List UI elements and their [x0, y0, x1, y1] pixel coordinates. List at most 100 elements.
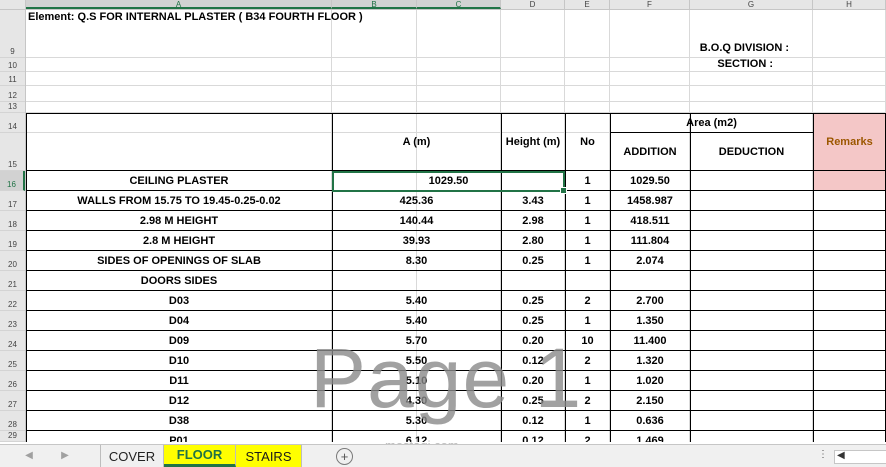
row-header[interactable]: 25 [0, 351, 25, 371]
row-header[interactable]: 19 [0, 231, 25, 251]
row-header[interactable]: 24 [0, 331, 25, 351]
table-border [813, 113, 814, 442]
row-header[interactable]: 18 [0, 211, 25, 231]
row-header[interactable]: 29 [0, 431, 25, 442]
table-border [610, 132, 813, 133]
addition-value: 111.804 [630, 235, 670, 247]
a-value: 425.36 [399, 195, 434, 207]
row-header[interactable]: 23 [0, 311, 25, 331]
header-remarks: Remarks [826, 136, 873, 148]
row-label: D11 [169, 375, 189, 387]
no-value: 10 [581, 335, 594, 347]
column-header-b[interactable]: B [332, 0, 417, 9]
height-value: 2.98 [522, 215, 544, 227]
addition-value: 1.350 [636, 315, 664, 327]
row-label: CEILING PLASTER [129, 175, 229, 187]
a-value [332, 271, 501, 291]
no-value: 2 [584, 395, 591, 407]
a-value: 5.40 [405, 315, 428, 327]
addition-value: 1.320 [636, 355, 664, 367]
row-label: 2.98 M HEIGHT [139, 215, 219, 227]
addition-value: 1029.50 [630, 175, 670, 187]
a-value: 140.44 [399, 215, 434, 227]
a-value: 5.50 [405, 355, 428, 367]
row-header[interactable]: 9 [0, 10, 25, 58]
select-all-corner[interactable] [0, 0, 26, 9]
scroll-left-icon[interactable]: ◀ [837, 450, 845, 461]
height-value: 3.43 [522, 195, 544, 207]
no-value: 2 [584, 355, 591, 367]
row-label: D38 [168, 415, 190, 427]
prev-sheet-icon[interactable]: ◀ [22, 450, 36, 461]
header-deduction: DEDUCTION [718, 146, 785, 158]
column-header-e[interactable]: E [565, 0, 610, 9]
row-header[interactable]: 16 [0, 171, 25, 191]
no-value [565, 271, 610, 291]
column-header-f[interactable]: F [610, 0, 690, 9]
no-value: 1 [584, 255, 591, 267]
no-value: 1 [584, 375, 591, 387]
active-cell-selection[interactable] [332, 171, 567, 194]
horizontal-scrollbar[interactable]: ◀ [834, 450, 886, 464]
height-value: 0.25 [522, 395, 544, 407]
row-header[interactable]: 27 [0, 391, 25, 411]
row-header[interactable]: 21 [0, 271, 25, 291]
header-no: No [580, 136, 595, 148]
height-value: 0.12 [522, 355, 544, 367]
row-label: WALLS FROM 15.75 TO 19.45-0.25-0.02 [77, 195, 281, 207]
no-value: 1 [584, 215, 591, 227]
row-header[interactable]: 10 [0, 58, 25, 72]
tab-cover[interactable]: COVER [100, 445, 164, 467]
row-label: D04 [168, 315, 190, 327]
addition-value: 1.469 [636, 435, 664, 442]
addition-value [610, 271, 690, 291]
row-label: D09 [168, 335, 190, 347]
no-value: 1 [584, 235, 591, 247]
next-sheet-icon[interactable]: ▶ [58, 450, 72, 461]
row-header[interactable]: 26 [0, 371, 25, 391]
height-value: 0.20 [522, 335, 544, 347]
row-header[interactable]: 12 [0, 86, 25, 102]
addition-value: 0.636 [636, 415, 664, 427]
no-value: 1 [584, 415, 591, 427]
a-value: 4.30 [405, 395, 428, 407]
addition-value: 418.511 [630, 215, 670, 227]
row-header[interactable]: 20 [0, 251, 25, 271]
table-border [26, 113, 886, 114]
a-value: 39.93 [402, 235, 431, 247]
column-header-c[interactable]: C [417, 0, 501, 9]
row-header[interactable]: 28 [0, 411, 25, 431]
header-height-m: Height (m) [505, 136, 561, 148]
column-header-a[interactable]: A [26, 0, 332, 9]
column-header-d[interactable]: D [501, 0, 565, 9]
header-a-m: A (m) [402, 136, 431, 148]
header-area-m2: Area (m2) [686, 117, 737, 129]
row-header-bar: 9 10 11 12 13 14 15 16 17 18 19 20 21 22… [0, 10, 26, 442]
column-header-bar: A B C D E F G H [0, 0, 886, 10]
spreadsheet-grid[interactable]: Element: Q.S FOR INTERNAL PLASTER ( B34 … [26, 10, 886, 442]
row-header[interactable]: 22 [0, 291, 25, 311]
height-value: 0.12 [522, 435, 544, 442]
tab-floor[interactable]: FLOOR [164, 445, 236, 467]
table-border [690, 113, 691, 442]
height-value: 0.12 [522, 415, 544, 427]
add-sheet-icon[interactable]: + [336, 448, 353, 465]
a-value: 5.70 [405, 335, 428, 347]
row-header[interactable]: 11 [0, 72, 25, 86]
row-label: D12 [168, 395, 190, 407]
sheet-tab-bar: ◀ ▶ COVER FLOOR STAIRS + ⋮ ◀ [0, 444, 886, 467]
element-title: Element: Q.S FOR INTERNAL PLASTER ( B34 … [28, 11, 363, 23]
row-header[interactable]: 15 [0, 133, 25, 171]
row-label: 2.8 M HEIGHT [142, 235, 216, 247]
section-label: SECTION : [717, 58, 773, 70]
tab-stairs[interactable]: STAIRS [236, 445, 302, 467]
height-value [501, 271, 565, 291]
column-header-g[interactable]: G [690, 0, 813, 9]
row-header[interactable]: 17 [0, 191, 25, 211]
addition-value: 2.150 [636, 395, 664, 407]
tab-options-icon[interactable]: ⋮ [818, 449, 828, 460]
row-header[interactable]: 13 [0, 102, 25, 113]
column-header-h[interactable]: H [813, 0, 886, 9]
addition-value: 2.700 [636, 295, 664, 307]
row-header[interactable]: 14 [0, 113, 25, 133]
